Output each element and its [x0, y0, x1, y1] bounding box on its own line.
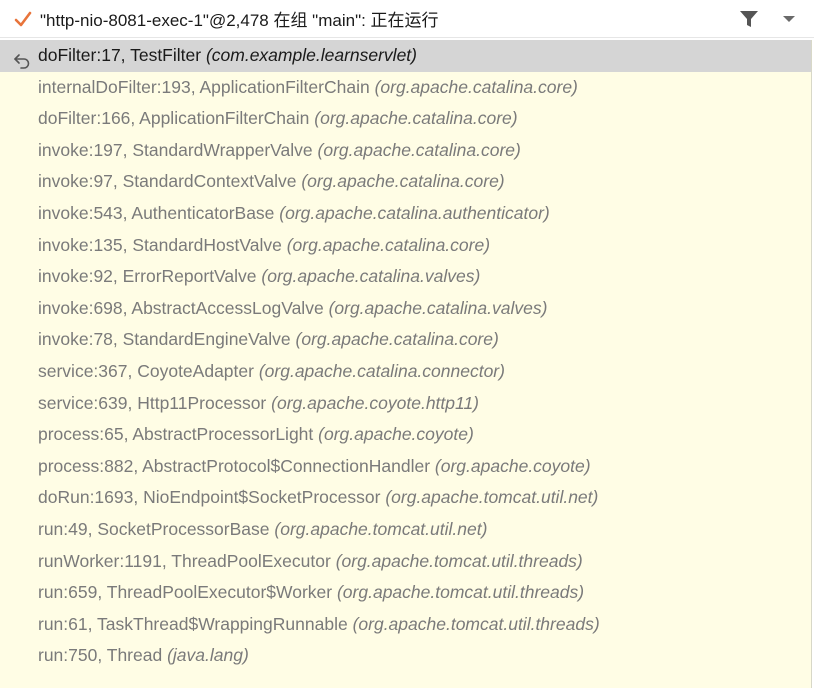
frame-package: (org.apache.tomcat.util.threads) — [335, 550, 583, 571]
frame-method: run:750, Thread — [38, 645, 163, 666]
frame-package: (org.apache.tomcat.util.net) — [274, 518, 488, 539]
stack-frame[interactable]: invoke:135, StandardHostValve (org.apach… — [0, 230, 811, 262]
frame-method: process:65, AbstractProcessorLight — [38, 424, 314, 445]
stack-frame[interactable]: process:882, AbstractProtocol$Connection… — [0, 451, 811, 483]
frame-method: process:882, AbstractProtocol$Connection… — [38, 455, 431, 476]
frame-package: (java.lang) — [167, 645, 249, 666]
stack-frame[interactable]: run:61, TaskThread$WrappingRunnable (org… — [0, 609, 811, 641]
thread-selector[interactable]: "http-nio-8081-exec-1"@2,478 在组 "main": … — [0, 0, 814, 38]
frame-method: doFilter:17, TestFilter — [38, 45, 202, 65]
stack-frame[interactable]: service:367, CoyoteAdapter (org.apache.c… — [0, 356, 811, 388]
frame-package: (org.apache.catalina.core) — [286, 234, 491, 255]
frames-list: doFilter:17, TestFilter (com.example.lea… — [0, 40, 812, 688]
stack-frame[interactable]: process:65, AbstractProcessorLight (org.… — [0, 419, 811, 451]
frame-package: (org.apache.coyote) — [434, 455, 591, 476]
return-arrow-icon — [13, 48, 31, 69]
frame-method: run:61, TaskThread$WrappingRunnable — [38, 613, 348, 634]
stack-frame[interactable]: invoke:97, StandardContextValve (org.apa… — [0, 166, 811, 198]
stack-frame[interactable]: doFilter:166, ApplicationFilterChain (or… — [0, 103, 811, 135]
frame-method: run:49, SocketProcessorBase — [38, 518, 270, 539]
frame-method: service:367, CoyoteAdapter — [38, 360, 254, 381]
frame-method: invoke:197, StandardWrapperValve — [38, 139, 313, 160]
frame-method: invoke:698, AbstractAccessLogValve — [38, 297, 324, 318]
stack-frame[interactable]: run:49, SocketProcessorBase (org.apache.… — [0, 514, 811, 546]
stack-frame[interactable]: runWorker:1191, ThreadPoolExecutor (org.… — [0, 546, 811, 578]
frame-method: service:639, Http11Processor — [38, 392, 267, 413]
frame-method: doRun:1693, NioEndpoint$SocketProcessor — [38, 487, 381, 508]
frame-package: (org.apache.catalina.core) — [301, 171, 505, 192]
frame-package: (org.apache.catalina.valves) — [328, 297, 548, 318]
frame-package: (org.apache.coyote) — [318, 424, 474, 445]
check-icon — [12, 8, 34, 30]
stack-frame[interactable]: service:639, Http11Processor (org.apache… — [0, 388, 811, 420]
frame-method: invoke:92, ErrorReportValve — [38, 266, 257, 287]
frame-package: (com.example.learnservlet) — [205, 45, 417, 65]
stack-frame[interactable]: invoke:92, ErrorReportValve (org.apache.… — [0, 261, 811, 293]
chevron-down-icon[interactable] — [778, 8, 800, 30]
frame-package: (org.apache.catalina.core) — [374, 76, 578, 97]
frame-package: (org.apache.catalina.core) — [314, 108, 518, 129]
stack-frame[interactable]: doRun:1693, NioEndpoint$SocketProcessor … — [0, 482, 811, 514]
frame-package: (org.apache.catalina.authenticator) — [279, 202, 550, 223]
frame-package: (org.apache.coyote.http11) — [271, 392, 480, 413]
filter-icon[interactable] — [738, 8, 760, 30]
frame-package: (org.apache.tomcat.util.threads) — [352, 613, 600, 634]
frame-method: runWorker:1191, ThreadPoolExecutor — [38, 550, 331, 571]
frame-package: (org.apache.tomcat.util.threads) — [336, 582, 585, 603]
frame-method: invoke:135, StandardHostValve — [38, 234, 282, 255]
stack-frame[interactable]: run:659, ThreadPoolExecutor$Worker (org.… — [0, 577, 811, 609]
frame-package: (org.apache.catalina.core) — [295, 329, 499, 350]
frame-method: internalDoFilter:193, ApplicationFilterC… — [38, 76, 370, 97]
frame-method: invoke:78, StandardEngineValve — [38, 329, 291, 350]
frame-method: run:659, ThreadPoolExecutor$Worker — [38, 582, 333, 603]
stack-frame[interactable]: invoke:698, AbstractAccessLogValve (org.… — [0, 293, 811, 325]
frame-method: invoke:543, AuthenticatorBase — [38, 202, 275, 223]
frame-package: (org.apache.catalina.connector) — [258, 360, 505, 381]
frame-method: invoke:97, StandardContextValve — [38, 171, 297, 192]
frame-package: (org.apache.catalina.core) — [317, 139, 521, 160]
stack-frame[interactable]: invoke:543, AuthenticatorBase (org.apach… — [0, 198, 811, 230]
frame-method: doFilter:166, ApplicationFilterChain — [38, 108, 310, 129]
stack-frame[interactable]: run:750, Thread (java.lang) — [0, 640, 811, 672]
frame-package: (org.apache.tomcat.util.net) — [385, 487, 599, 508]
frame-package: (org.apache.catalina.valves) — [261, 266, 481, 287]
stack-frame-selected[interactable]: doFilter:17, TestFilter (com.example.lea… — [0, 40, 811, 72]
stack-frame[interactable]: internalDoFilter:193, ApplicationFilterC… — [0, 72, 811, 104]
stack-frame[interactable]: invoke:197, StandardWrapperValve (org.ap… — [0, 135, 811, 167]
thread-title: "http-nio-8081-exec-1"@2,478 在组 "main": … — [40, 11, 439, 30]
stack-frame[interactable]: invoke:78, StandardEngineValve (org.apac… — [0, 324, 811, 356]
